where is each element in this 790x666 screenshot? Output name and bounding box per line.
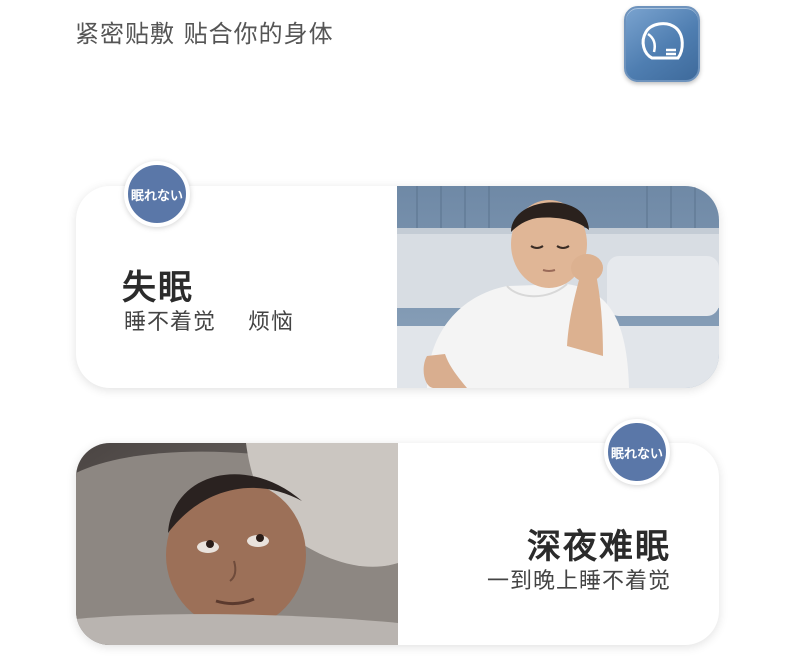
card-subtitle: 睡不着觉 烦恼: [124, 310, 294, 335]
headline: 紧密贴敷 贴合你的身体: [75, 20, 334, 48]
bandage-patch-icon[interactable]: [624, 6, 700, 82]
man-lying-awake-in-bed-photo: [76, 443, 398, 645]
card-title: 深夜难眠: [527, 527, 671, 567]
card-subtitle: 一到晚上睡不着觉: [486, 569, 671, 594]
sleepless-badge: 眠れない: [604, 419, 670, 485]
man-sitting-on-bed-tired-photo: [397, 186, 719, 388]
sleepless-badge: 眠れない: [124, 161, 190, 227]
card-title: 失眠: [122, 268, 194, 308]
